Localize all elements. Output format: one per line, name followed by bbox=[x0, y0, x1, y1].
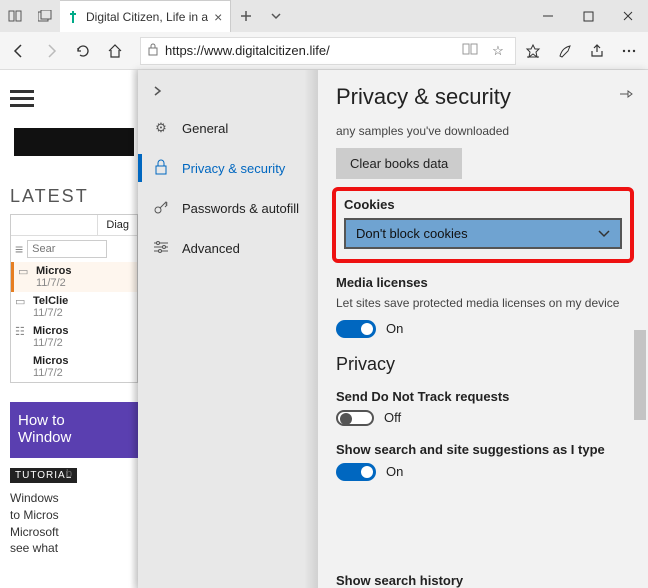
row-icon: ☷ bbox=[15, 325, 29, 338]
browser-toolbar: https://www.digitalcitizen.life/ ☆ bbox=[0, 32, 648, 70]
latest-heading: LATEST bbox=[10, 186, 89, 207]
window-titlebar: Digital Citizen, Life in a × bbox=[0, 0, 648, 32]
article-teaser: Windows to Micros Microsoft see what bbox=[10, 490, 138, 557]
media-desc: Let sites save protected media licenses … bbox=[336, 296, 630, 312]
lock-icon bbox=[152, 159, 170, 178]
list-item[interactable]: ▭Micros11/7/2 bbox=[11, 262, 137, 292]
hamburger-icon[interactable] bbox=[10, 86, 34, 111]
favorites-icon[interactable] bbox=[518, 36, 548, 66]
tab-overview-icon[interactable] bbox=[30, 10, 60, 22]
window-close-button[interactable] bbox=[608, 0, 648, 32]
nav-label: Passwords & autofill bbox=[182, 201, 299, 216]
notes-icon[interactable] bbox=[550, 36, 580, 66]
favicon-icon bbox=[68, 11, 80, 23]
dnt-toggle[interactable] bbox=[336, 410, 374, 426]
chevron-down-icon bbox=[598, 226, 610, 241]
samples-text: any samples you've downloaded bbox=[336, 124, 630, 138]
settings-panel: Privacy & security any samples you've do… bbox=[318, 70, 648, 588]
nav-label: Advanced bbox=[182, 241, 240, 256]
lock-icon bbox=[147, 42, 159, 59]
reading-view-icon[interactable] bbox=[459, 43, 481, 58]
clear-books-button[interactable]: Clear books data bbox=[336, 148, 462, 179]
cookies-highlight: Cookies Don't block cookies bbox=[332, 187, 634, 263]
sidebar-toggle-icon[interactable] bbox=[0, 9, 30, 23]
promo-card[interactable]: How to Window bbox=[10, 402, 138, 458]
share-icon[interactable] bbox=[582, 36, 612, 66]
privacy-heading: Privacy bbox=[336, 354, 630, 375]
media-heading: Media licenses bbox=[336, 275, 630, 290]
suggestions-heading: Show search and site suggestions as I ty… bbox=[336, 442, 630, 457]
nav-privacy-security[interactable]: Privacy & security bbox=[138, 148, 318, 188]
panel-title: Privacy & security bbox=[336, 84, 630, 110]
window-maximize-button[interactable] bbox=[568, 0, 608, 32]
refresh-button[interactable] bbox=[68, 36, 98, 66]
cookies-dropdown[interactable]: Don't block cookies bbox=[344, 218, 622, 249]
scrollbar-thumb[interactable] bbox=[634, 330, 646, 420]
gear-icon: ⚙ bbox=[152, 120, 170, 136]
tab-title: Digital Citizen, Life in a bbox=[86, 10, 208, 24]
nav-passwords-autofill[interactable]: Passwords & autofill bbox=[138, 188, 318, 228]
toggle-label: Off bbox=[384, 410, 401, 425]
history-heading: Show search history bbox=[336, 573, 463, 588]
address-bar[interactable]: https://www.digitalcitizen.life/ ☆ bbox=[140, 37, 516, 65]
more-icon[interactable] bbox=[614, 36, 644, 66]
key-icon bbox=[152, 199, 170, 218]
settings-nav: ⚙ General Privacy & security Passwords &… bbox=[138, 70, 318, 588]
media-licenses-toggle[interactable] bbox=[336, 320, 376, 338]
toggle-label: On bbox=[386, 464, 403, 479]
forward-button[interactable] bbox=[36, 36, 66, 66]
tag-suffix: b bbox=[66, 468, 72, 480]
sidebar-widget: Diag ≡ ▭Micros11/7/2 ▭TelClie11/7/2 ☷Mic… bbox=[10, 214, 138, 383]
toggle-label: On bbox=[386, 321, 403, 336]
browser-tab[interactable]: Digital Citizen, Life in a × bbox=[60, 0, 231, 32]
list-item[interactable]: ▭TelClie11/7/2 bbox=[11, 292, 137, 322]
collapse-nav-icon[interactable] bbox=[138, 74, 318, 108]
list-item[interactable]: Micros11/7/2 bbox=[11, 352, 137, 382]
row-icon bbox=[15, 355, 29, 367]
nav-label: Privacy & security bbox=[182, 161, 285, 176]
sliders-icon bbox=[152, 240, 170, 257]
dnt-heading: Send Do Not Track requests bbox=[336, 389, 630, 404]
widget-search-input[interactable] bbox=[27, 240, 107, 258]
url-text: https://www.digitalcitizen.life/ bbox=[165, 43, 453, 58]
row-icon: ▭ bbox=[18, 265, 32, 278]
new-tab-button[interactable] bbox=[231, 10, 261, 22]
tab-close-icon[interactable]: × bbox=[214, 9, 222, 25]
favorite-star-icon[interactable]: ☆ bbox=[487, 43, 509, 59]
tab-chevron-icon[interactable] bbox=[261, 10, 291, 22]
nav-advanced[interactable]: Advanced bbox=[138, 228, 318, 268]
row-icon: ▭ bbox=[15, 295, 29, 308]
cookies-heading: Cookies bbox=[344, 197, 622, 212]
home-button[interactable] bbox=[100, 36, 130, 66]
suggestions-toggle[interactable] bbox=[336, 463, 376, 481]
cookies-value: Don't block cookies bbox=[356, 226, 468, 241]
settings-overlay: ⚙ General Privacy & security Passwords &… bbox=[138, 70, 648, 588]
pin-icon[interactable] bbox=[618, 86, 634, 105]
nav-general[interactable]: ⚙ General bbox=[138, 108, 318, 148]
back-button[interactable] bbox=[4, 36, 34, 66]
list-item[interactable]: ☷Micros11/7/2 bbox=[11, 322, 137, 352]
widget-menu-icon[interactable]: ≡ bbox=[15, 241, 23, 257]
window-minimize-button[interactable] bbox=[528, 0, 568, 32]
nav-label: General bbox=[182, 121, 228, 136]
banner-block bbox=[14, 128, 134, 156]
